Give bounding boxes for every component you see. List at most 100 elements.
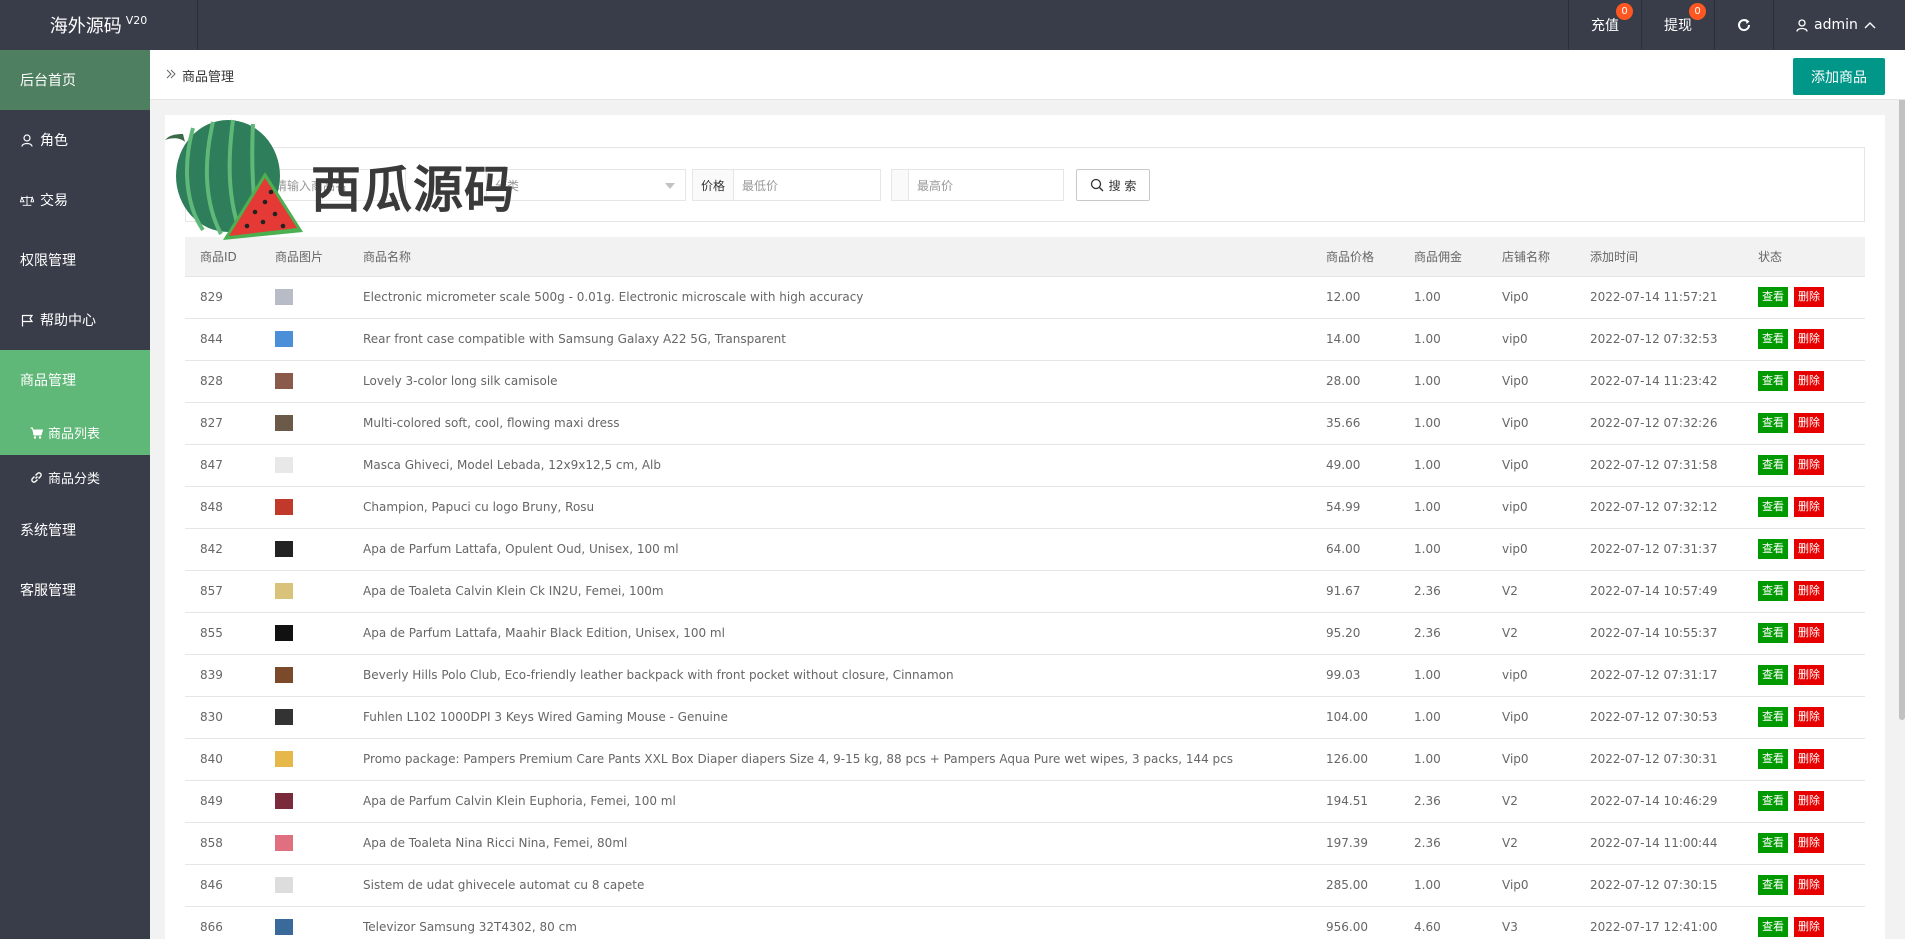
sidebar-item-system[interactable]: 系统管理 bbox=[0, 500, 150, 560]
search-button[interactable]: 搜 索 bbox=[1076, 169, 1150, 201]
view-button[interactable]: 查看 bbox=[1758, 539, 1788, 559]
delete-button[interactable]: 删除 bbox=[1794, 749, 1824, 769]
view-button[interactable]: 查看 bbox=[1758, 455, 1788, 475]
view-button[interactable]: 查看 bbox=[1758, 707, 1788, 727]
cell-image bbox=[260, 864, 348, 907]
delete-button[interactable]: 删除 bbox=[1794, 371, 1824, 391]
cell-time: 2022-07-12 07:30:15 bbox=[1575, 864, 1743, 907]
delete-button[interactable]: 删除 bbox=[1794, 455, 1824, 475]
product-thumbnail[interactable] bbox=[275, 919, 293, 935]
cell-shop: V2 bbox=[1487, 612, 1575, 655]
user-menu[interactable]: admin bbox=[1773, 0, 1905, 50]
sidebar-item-product-list[interactable]: 商品列表 bbox=[0, 410, 150, 455]
cell-id: 840 bbox=[185, 738, 260, 781]
refresh-button[interactable] bbox=[1714, 0, 1773, 50]
sidebar-item-product-category[interactable]: 商品分类 bbox=[0, 455, 150, 500]
delete-button[interactable]: 删除 bbox=[1794, 329, 1824, 349]
cell-time: 2022-07-12 07:30:31 bbox=[1575, 738, 1743, 781]
view-button[interactable]: 查看 bbox=[1758, 329, 1788, 349]
product-thumbnail[interactable] bbox=[275, 751, 293, 767]
cell-shop: Vip0 bbox=[1487, 696, 1575, 739]
table-row: 848 Champion, Papuci cu logo Bruny, Rosu 5… bbox=[185, 486, 1865, 529]
cell-shop: V3 bbox=[1487, 906, 1575, 939]
product-thumbnail[interactable] bbox=[275, 877, 293, 893]
view-button[interactable]: 查看 bbox=[1758, 791, 1788, 811]
sidebar-item-role[interactable]: 角色 bbox=[0, 110, 150, 170]
page-scrollbar[interactable] bbox=[1899, 50, 1905, 720]
sidebar-item-service[interactable]: 客服管理 bbox=[0, 560, 150, 620]
delete-button[interactable]: 删除 bbox=[1794, 707, 1824, 727]
product-thumbnail[interactable] bbox=[275, 415, 293, 431]
sidebar-item-home[interactable]: 后台首页 bbox=[0, 50, 150, 110]
add-product-button[interactable]: 添加商品 bbox=[1793, 58, 1885, 95]
cell-name: Multi-colored soft, cool, flowing maxi d… bbox=[348, 402, 1311, 445]
product-thumbnail[interactable] bbox=[275, 667, 293, 683]
table-row: 829 Electronic micrometer scale 500g - 0.… bbox=[185, 276, 1865, 319]
delete-button[interactable]: 删除 bbox=[1794, 497, 1824, 517]
cell-name: Sistem de udat ghivecele automat cu 8 ca… bbox=[348, 864, 1311, 907]
max-price-input[interactable]: 最高价 bbox=[908, 169, 1064, 201]
delete-button[interactable]: 删除 bbox=[1794, 833, 1824, 853]
delete-button[interactable]: 删除 bbox=[1794, 413, 1824, 433]
top-actions: 充值 0 提现 0 admin bbox=[1568, 0, 1905, 50]
keyword-input[interactable]: 请输入商品名 bbox=[266, 169, 406, 201]
table-row: 842 Apa de Parfum Lattafa, Opulent Oud, U… bbox=[185, 528, 1865, 571]
cell-commission: 1.00 bbox=[1399, 360, 1487, 403]
recharge-button[interactable]: 充值 0 bbox=[1568, 0, 1641, 50]
product-thumbnail[interactable] bbox=[275, 541, 293, 557]
cell-status: 查看 删除 bbox=[1743, 654, 1865, 697]
view-button[interactable]: 查看 bbox=[1758, 581, 1788, 601]
view-button[interactable]: 查看 bbox=[1758, 287, 1788, 307]
delete-button[interactable]: 删除 bbox=[1794, 287, 1824, 307]
top-bar: 海外源码 V20 充值 0 提现 0 admin bbox=[0, 0, 1905, 50]
view-button[interactable]: 查看 bbox=[1758, 833, 1788, 853]
product-thumbnail[interactable] bbox=[275, 499, 293, 515]
product-thumbnail[interactable] bbox=[275, 373, 293, 389]
product-thumbnail[interactable] bbox=[275, 583, 293, 599]
cell-image bbox=[260, 822, 348, 865]
delete-button[interactable]: 删除 bbox=[1794, 581, 1824, 601]
cell-shop: Vip0 bbox=[1487, 444, 1575, 487]
view-button[interactable]: 查看 bbox=[1758, 875, 1788, 895]
scale-icon bbox=[20, 193, 34, 207]
cell-shop: V2 bbox=[1487, 780, 1575, 823]
sidebar-item-trade[interactable]: 交易 bbox=[0, 170, 150, 230]
product-thumbnail[interactable] bbox=[275, 457, 293, 473]
sidebar-item-product[interactable]: 商品管理 bbox=[0, 350, 150, 410]
delete-button[interactable]: 删除 bbox=[1794, 539, 1824, 559]
product-thumbnail[interactable] bbox=[275, 625, 293, 641]
view-button[interactable]: 查看 bbox=[1758, 665, 1788, 685]
delete-button[interactable]: 删除 bbox=[1794, 665, 1824, 685]
category-select[interactable]: 分类 bbox=[486, 169, 686, 201]
cell-id: 846 bbox=[185, 864, 260, 907]
chevron-down-icon bbox=[665, 183, 675, 189]
product-thumbnail[interactable] bbox=[275, 331, 293, 347]
product-thumbnail[interactable] bbox=[275, 709, 293, 725]
chevron-up-icon bbox=[1864, 22, 1876, 29]
brand-logo[interactable]: 海外源码 V20 bbox=[0, 0, 198, 50]
view-button[interactable]: 查看 bbox=[1758, 917, 1788, 937]
min-price-input[interactable]: 最低价 bbox=[733, 169, 881, 201]
cell-price: 54.99 bbox=[1311, 486, 1399, 529]
refresh-icon bbox=[1738, 19, 1751, 32]
product-table: 商品ID 商品图片 商品名称 商品价格 商品佣金 店铺名称 添加时间 状态 82… bbox=[185, 237, 1865, 939]
delete-button[interactable]: 删除 bbox=[1794, 791, 1824, 811]
delete-button[interactable]: 删除 bbox=[1794, 875, 1824, 895]
product-thumbnail[interactable] bbox=[275, 793, 293, 809]
delete-button[interactable]: 删除 bbox=[1794, 623, 1824, 643]
withdraw-button[interactable]: 提现 0 bbox=[1641, 0, 1714, 50]
cell-image bbox=[260, 276, 348, 319]
sidebar-item-permission[interactable]: 权限管理 bbox=[0, 230, 150, 290]
view-button[interactable]: 查看 bbox=[1758, 413, 1788, 433]
product-thumbnail[interactable] bbox=[275, 289, 293, 305]
user-name: admin bbox=[1814, 17, 1858, 33]
view-button[interactable]: 查看 bbox=[1758, 497, 1788, 517]
sidebar-item-help[interactable]: 帮助中心 bbox=[0, 290, 150, 350]
delete-button[interactable]: 删除 bbox=[1794, 917, 1824, 937]
product-thumbnail[interactable] bbox=[275, 835, 293, 851]
col-id: 商品ID bbox=[185, 237, 260, 277]
view-button[interactable]: 查看 bbox=[1758, 371, 1788, 391]
cell-name: Beverly Hills Polo Club, Eco-friendly le… bbox=[348, 654, 1311, 697]
view-button[interactable]: 查看 bbox=[1758, 749, 1788, 769]
view-button[interactable]: 查看 bbox=[1758, 623, 1788, 643]
